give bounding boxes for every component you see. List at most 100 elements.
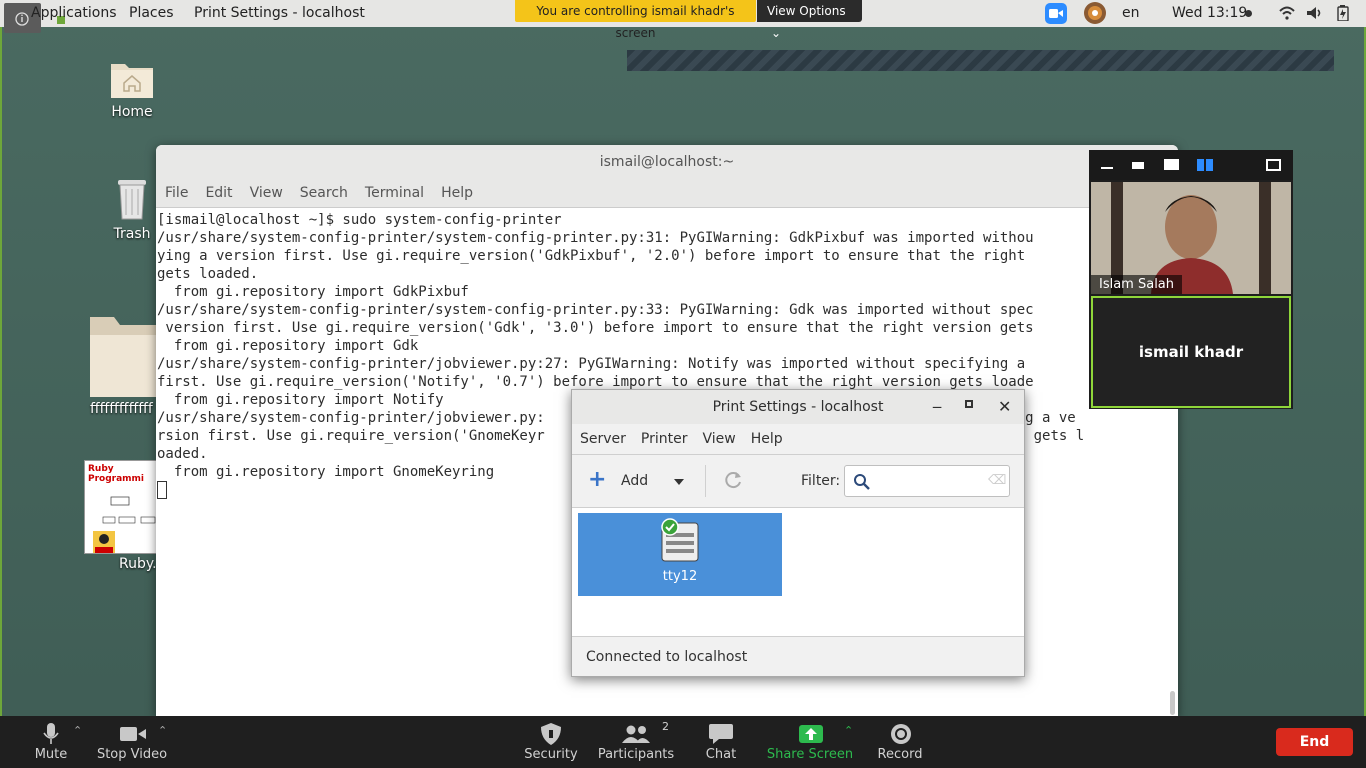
terminal-line: /usr/share/system-config-printer/system-… [157, 302, 1034, 318]
terminal-cursor [157, 481, 167, 499]
user-avatar-icon[interactable] [1084, 2, 1106, 24]
dialog-titlebar[interactable]: Print Settings - localhost ‒ ✕ [572, 390, 1024, 424]
dropdown-arrow-icon[interactable] [674, 479, 684, 485]
filter-search-input[interactable]: ⌫ [844, 465, 1010, 497]
wifi-icon[interactable] [1279, 6, 1295, 24]
exit-fullscreen-icon[interactable] [1266, 159, 1281, 171]
pdf-thumbnail-icon [93, 496, 156, 553]
gallery-view-icon[interactable] [1197, 159, 1213, 171]
plus-icon: + [588, 467, 607, 492]
notification-dot-icon [1245, 10, 1252, 17]
add-label: Add [621, 473, 649, 489]
menu-file[interactable]: File [165, 179, 188, 207]
desktop-icon-ruby-pdf[interactable]: Ruby Programmi [84, 460, 158, 554]
remote-control-banner: You are controlling ismail khadr's scree… [515, 0, 756, 40]
clear-input-icon[interactable]: ⌫ [988, 473, 1006, 488]
view-options-button[interactable]: View Options ⌄ [757, 0, 862, 40]
ruby-thumb-title: Ruby Programmi [88, 464, 145, 484]
end-meeting-button[interactable]: End [1276, 728, 1353, 756]
printer-icon [661, 518, 699, 562]
zoom-video-panel: Islam Salah ismail khadr [1089, 150, 1293, 409]
chat-label: Chat [705, 747, 737, 762]
chevron-down-icon: ⌄ [771, 26, 782, 40]
terminal-titlebar[interactable]: ismail@localhost:~ [156, 145, 1178, 179]
shield-icon [541, 723, 561, 745]
record-button[interactable]: Record [874, 716, 926, 768]
chevron-up-icon[interactable]: ⌃ [73, 724, 82, 737]
menu-terminal[interactable]: Terminal [365, 179, 424, 207]
toolbar-separator [705, 465, 706, 497]
trash-icon [118, 180, 146, 220]
places-menu[interactable]: Places [129, 5, 174, 21]
terminal-line: ying a version first. Use gi.require_ver… [157, 248, 1026, 264]
terminal-line: /usr/share/system-config-printer/system-… [157, 230, 1034, 246]
clock[interactable]: Wed 13:19 [1172, 5, 1247, 21]
terminal-scrollbar[interactable] [1170, 691, 1175, 715]
chevron-up-icon[interactable]: ⌃ [158, 724, 167, 737]
thumbnail-view-icon[interactable] [1164, 159, 1179, 170]
chat-button[interactable]: Chat [696, 716, 746, 768]
printer-list[interactable]: tty12 [572, 508, 1024, 637]
language-indicator[interactable]: en [1122, 5, 1140, 21]
print-settings-dialog[interactable]: Print Settings - localhost ‒ ✕ Server Pri… [571, 389, 1025, 677]
menu-view[interactable]: View [703, 424, 736, 454]
zoom-app-icon[interactable] [1045, 3, 1067, 24]
desktop-icon-label: Ruby. [119, 556, 157, 572]
terminal-line: /usr/share/system-config-printer/jobview… [157, 356, 1026, 372]
menu-view[interactable]: View [250, 179, 283, 207]
terminal-line: version first. Use gi.require_version('G… [157, 320, 1034, 336]
dialog-menubar: Server Printer View Help [572, 424, 1024, 455]
dialog-toolbar: + Add Filter: ⌫ [572, 455, 1024, 508]
menu-edit[interactable]: Edit [205, 179, 232, 207]
participant-tile-active[interactable]: ismail khadr [1091, 296, 1291, 408]
record-icon [891, 724, 911, 744]
mute-button[interactable]: Mute [26, 716, 76, 768]
security-button[interactable]: Security [522, 716, 580, 768]
menu-printer[interactable]: Printer [641, 424, 688, 454]
participants-button[interactable]: 2 Participants [596, 716, 676, 768]
menu-search[interactable]: Search [300, 179, 348, 207]
volume-icon[interactable] [1306, 6, 1324, 24]
security-label: Security [524, 747, 578, 762]
participants-icon [622, 725, 650, 743]
filter-label: Filter: [801, 473, 841, 489]
chevron-up-icon[interactable]: ⌃ [844, 724, 853, 737]
desktop-icon-folder[interactable]: fffffffffffff [77, 315, 157, 417]
terminal-menubar: File Edit View Search Terminal Help [156, 179, 1178, 208]
video-panel-toolbar [1089, 150, 1293, 180]
participants-count: 2 [662, 720, 669, 733]
participant-video-name: Islam Salah [1091, 275, 1183, 294]
desktop-icon-home[interactable]: Home [87, 56, 177, 120]
desktop-icon-label: Home [111, 104, 153, 120]
window-shadow-strip [627, 50, 1334, 71]
home-folder-icon [111, 64, 153, 98]
status-bar: Connected to localhost [586, 649, 748, 665]
minimize-icon[interactable]: ‒ [932, 390, 942, 424]
video-camera-icon [120, 727, 146, 741]
close-icon[interactable]: ✕ [998, 390, 1011, 424]
add-printer-button[interactable]: + Add [582, 465, 692, 497]
speaker-view-icon[interactable] [1132, 162, 1144, 169]
applications-menu[interactable]: Applications [31, 5, 117, 21]
participant-video[interactable]: Islam Salah [1091, 182, 1291, 294]
menu-help[interactable]: Help [751, 424, 783, 454]
stop-video-label: Stop Video [96, 747, 168, 762]
terminal-line: from gi.repository import Gdk [157, 338, 419, 354]
refresh-icon[interactable] [722, 469, 744, 495]
printer-name: tty12 [662, 569, 698, 584]
printer-item-tty12[interactable]: tty12 [578, 513, 782, 596]
view-options-label: View Options [767, 4, 846, 18]
folder-icon [90, 317, 157, 397]
share-screen-button[interactable]: Share Screen [766, 716, 854, 768]
menu-server[interactable]: Server [580, 424, 626, 454]
chat-icon [709, 724, 733, 744]
terminal-line: gets loaded. [157, 266, 259, 282]
maximize-icon[interactable] [965, 400, 973, 408]
mute-label: Mute [34, 747, 68, 762]
battery-icon[interactable] [1337, 5, 1349, 25]
active-window-title[interactable]: Print Settings - localhost [194, 5, 365, 21]
search-icon [854, 474, 870, 490]
menu-help[interactable]: Help [441, 179, 473, 207]
minimize-icon[interactable] [1101, 167, 1113, 169]
participants-label: Participants [597, 747, 675, 762]
